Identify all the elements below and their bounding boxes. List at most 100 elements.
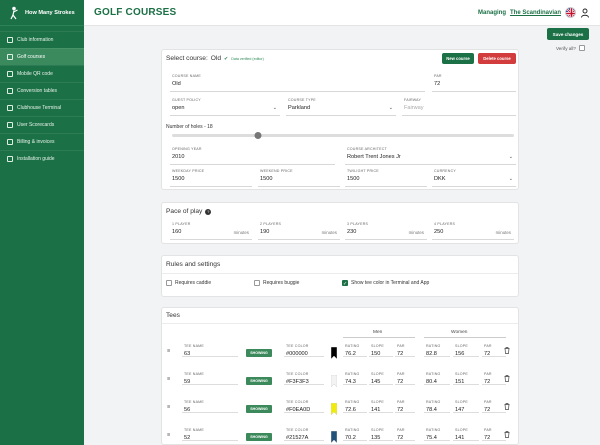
selected-course[interactable]: Old: [211, 55, 221, 62]
women-slope-field[interactable]: SLOPE 151: [453, 370, 479, 385]
rule-option-label: Requires buggie: [263, 280, 300, 286]
uk-flag-icon[interactable]: [565, 7, 576, 18]
showing-badge[interactable]: SHOWING: [246, 433, 272, 441]
architect-value: Robert Trent Jones Jr: [347, 154, 401, 160]
women-slope-field[interactable]: SLOPE 156: [453, 342, 479, 357]
women-group-label: Women: [451, 330, 468, 335]
women-rating-field[interactable]: RATING 78.4: [424, 398, 450, 413]
showing-badge[interactable]: SHOWING: [246, 377, 272, 385]
men-rating-field[interactable]: RATING 76.2: [343, 342, 367, 357]
trash-icon[interactable]: [504, 375, 510, 384]
pace-input[interactable]: 1 PLAYER 160 minutes: [170, 220, 252, 240]
logo[interactable]: How Many Strokes: [0, 0, 84, 26]
checkbox[interactable]: [254, 280, 260, 286]
checkbox[interactable]: [166, 280, 172, 286]
currency-select[interactable]: CURRENCY DKK ⌄: [432, 167, 516, 187]
drag-handle-icon[interactable]: ≡: [167, 432, 170, 438]
men-par-field[interactable]: PAR 72: [395, 342, 415, 357]
help-icon[interactable]: ?: [205, 208, 212, 215]
tee-name-field[interactable]: TEE NAME 52: [182, 426, 238, 441]
select-course-label: Select course:: [166, 55, 208, 62]
new-course-button[interactable]: New course: [442, 53, 474, 64]
women-par-field[interactable]: PAR 72: [482, 426, 506, 441]
sidebar-item[interactable]: Club information: [0, 31, 84, 48]
tee-flag-icon[interactable]: [331, 375, 337, 387]
sidebar-item[interactable]: User Scorecards: [0, 116, 84, 133]
women-rating-field[interactable]: RATING 82.8: [424, 342, 450, 357]
pace-input[interactable]: 3 PLAYERS 230 minutes: [345, 220, 427, 240]
trash-icon[interactable]: [504, 431, 510, 440]
rule-option[interactable]: Requires caddie: [166, 280, 211, 286]
showing-badge[interactable]: SHOWING: [246, 405, 272, 413]
tee-color-field[interactable]: TEE COLOR #21527A: [284, 426, 324, 441]
women-rating-value: 80.4: [426, 379, 437, 385]
men-rating-field[interactable]: RATING 70.2: [343, 426, 367, 441]
women-rating-field[interactable]: RATING 75.4: [424, 426, 450, 441]
sidebar-item[interactable]: Installation guide: [0, 150, 84, 167]
tees-card: Tees Men Women ≡ TEE NAME 63 SHOWING TEE COL…: [161, 307, 519, 445]
drag-handle-icon[interactable]: ≡: [167, 376, 170, 382]
men-slope-field[interactable]: SLOPE 145: [369, 370, 393, 385]
women-par-field[interactable]: PAR 72: [482, 370, 506, 385]
rule-option[interactable]: ✓ Show tee color in Terminal and App: [342, 280, 429, 287]
pace-input[interactable]: 2 PLAYERS 190 minutes: [258, 220, 340, 240]
men-slope-field[interactable]: SLOPE 141: [369, 398, 393, 413]
men-rating-value: 72.6: [345, 407, 356, 413]
men-par-field[interactable]: PAR 72: [395, 426, 415, 441]
verify-all-checkbox[interactable]: [578, 45, 585, 51]
men-rating-field[interactable]: RATING 74.3: [343, 370, 367, 385]
club-name-link[interactable]: The Scandinavian: [510, 10, 561, 16]
women-slope-field[interactable]: SLOPE 147: [453, 398, 479, 413]
holes-slider[interactable]: [172, 131, 514, 139]
drag-handle-icon[interactable]: ≡: [167, 404, 170, 410]
course-name-field[interactable]: COURSE NAME Old: [170, 72, 425, 92]
tee-flag-icon[interactable]: [331, 403, 337, 415]
tee-name-field[interactable]: TEE NAME 59: [182, 370, 238, 385]
par-field[interactable]: PAR 72: [432, 72, 516, 92]
course-type-select[interactable]: COURSE TYPE Parkland ⌄: [286, 96, 396, 116]
architect-label: COURSE ARCHITECT: [347, 147, 387, 151]
architect-select[interactable]: COURSE ARCHITECT Robert Trent Jones Jr ⌄: [345, 145, 516, 165]
tee-color-field[interactable]: TEE COLOR #F3F3F3: [284, 370, 324, 385]
men-par-field[interactable]: PAR 72: [395, 398, 415, 413]
women-par-field[interactable]: PAR 72: [482, 398, 506, 413]
tee-name-field[interactable]: TEE NAME 56: [182, 398, 238, 413]
men-slope-field[interactable]: SLOPE 150: [369, 342, 393, 357]
weekday-price-field[interactable]: WEEKDAY PRICE 1500: [170, 167, 252, 187]
women-par-field[interactable]: PAR 72: [482, 342, 506, 357]
tee-name-field[interactable]: TEE NAME 63: [182, 342, 238, 357]
drag-handle-icon[interactable]: ≡: [167, 348, 170, 354]
men-slope-field[interactable]: SLOPE 135: [369, 426, 393, 441]
course-card: Select course: Old ✔ Data verified (edit…: [161, 49, 519, 190]
sidebar-item[interactable]: Golf courses: [0, 48, 84, 65]
user-icon[interactable]: [580, 8, 590, 18]
tee-flag-icon[interactable]: [331, 347, 337, 359]
men-par-field[interactable]: PAR 72: [395, 370, 415, 385]
tee-flag-icon[interactable]: [331, 431, 337, 443]
sidebar-item[interactable]: Mobile QR code: [0, 65, 84, 82]
sidebar-item[interactable]: Billing & invoices: [0, 133, 84, 150]
checkbox-checked[interactable]: ✓: [342, 280, 348, 287]
tee-color-field[interactable]: TEE COLOR #F0EA0D: [284, 398, 324, 413]
men-rating-field[interactable]: RATING 72.6: [343, 398, 367, 413]
trash-icon[interactable]: [504, 403, 510, 412]
delete-course-button[interactable]: Delete course: [478, 53, 516, 64]
women-slope-field[interactable]: SLOPE 141: [453, 426, 479, 441]
sidebar-item[interactable]: Conversion tables: [0, 82, 84, 99]
fairway-field[interactable]: FAIRWAY Fairway: [402, 96, 516, 116]
holes-slider-handle[interactable]: [254, 131, 261, 139]
trash-icon[interactable]: [504, 347, 510, 356]
showing-badge[interactable]: SHOWING: [246, 349, 272, 357]
rule-option[interactable]: Requires buggie: [254, 280, 299, 286]
opening-year-field[interactable]: OPENING YEAR 2010: [170, 145, 335, 165]
tee-color-field[interactable]: TEE COLOR #000000: [284, 342, 324, 357]
women-par-value: 72: [484, 379, 491, 385]
women-rating-field[interactable]: RATING 80.4: [424, 370, 450, 385]
save-changes-button[interactable]: Save changes: [547, 28, 589, 40]
twilight-price-field[interactable]: TWILIGHT PRICE 1500: [345, 167, 427, 187]
pace-input[interactable]: 4 PLAYERS 250 minutes: [432, 220, 514, 240]
tee-name-value: 56: [184, 407, 191, 413]
weekend-price-field[interactable]: WEEKEND PRICE 1500: [258, 167, 340, 187]
sidebar-item[interactable]: Clubhouse Terminal: [0, 99, 84, 116]
guest-policy-select[interactable]: GUEST POLICY open ⌄: [170, 96, 280, 116]
